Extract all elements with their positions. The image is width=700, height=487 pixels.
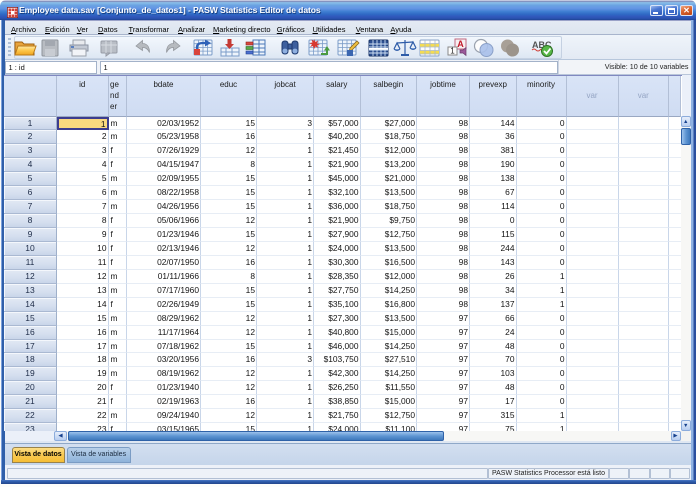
svg-text:1: 1 bbox=[450, 47, 455, 56]
svg-text:A: A bbox=[457, 39, 464, 49]
